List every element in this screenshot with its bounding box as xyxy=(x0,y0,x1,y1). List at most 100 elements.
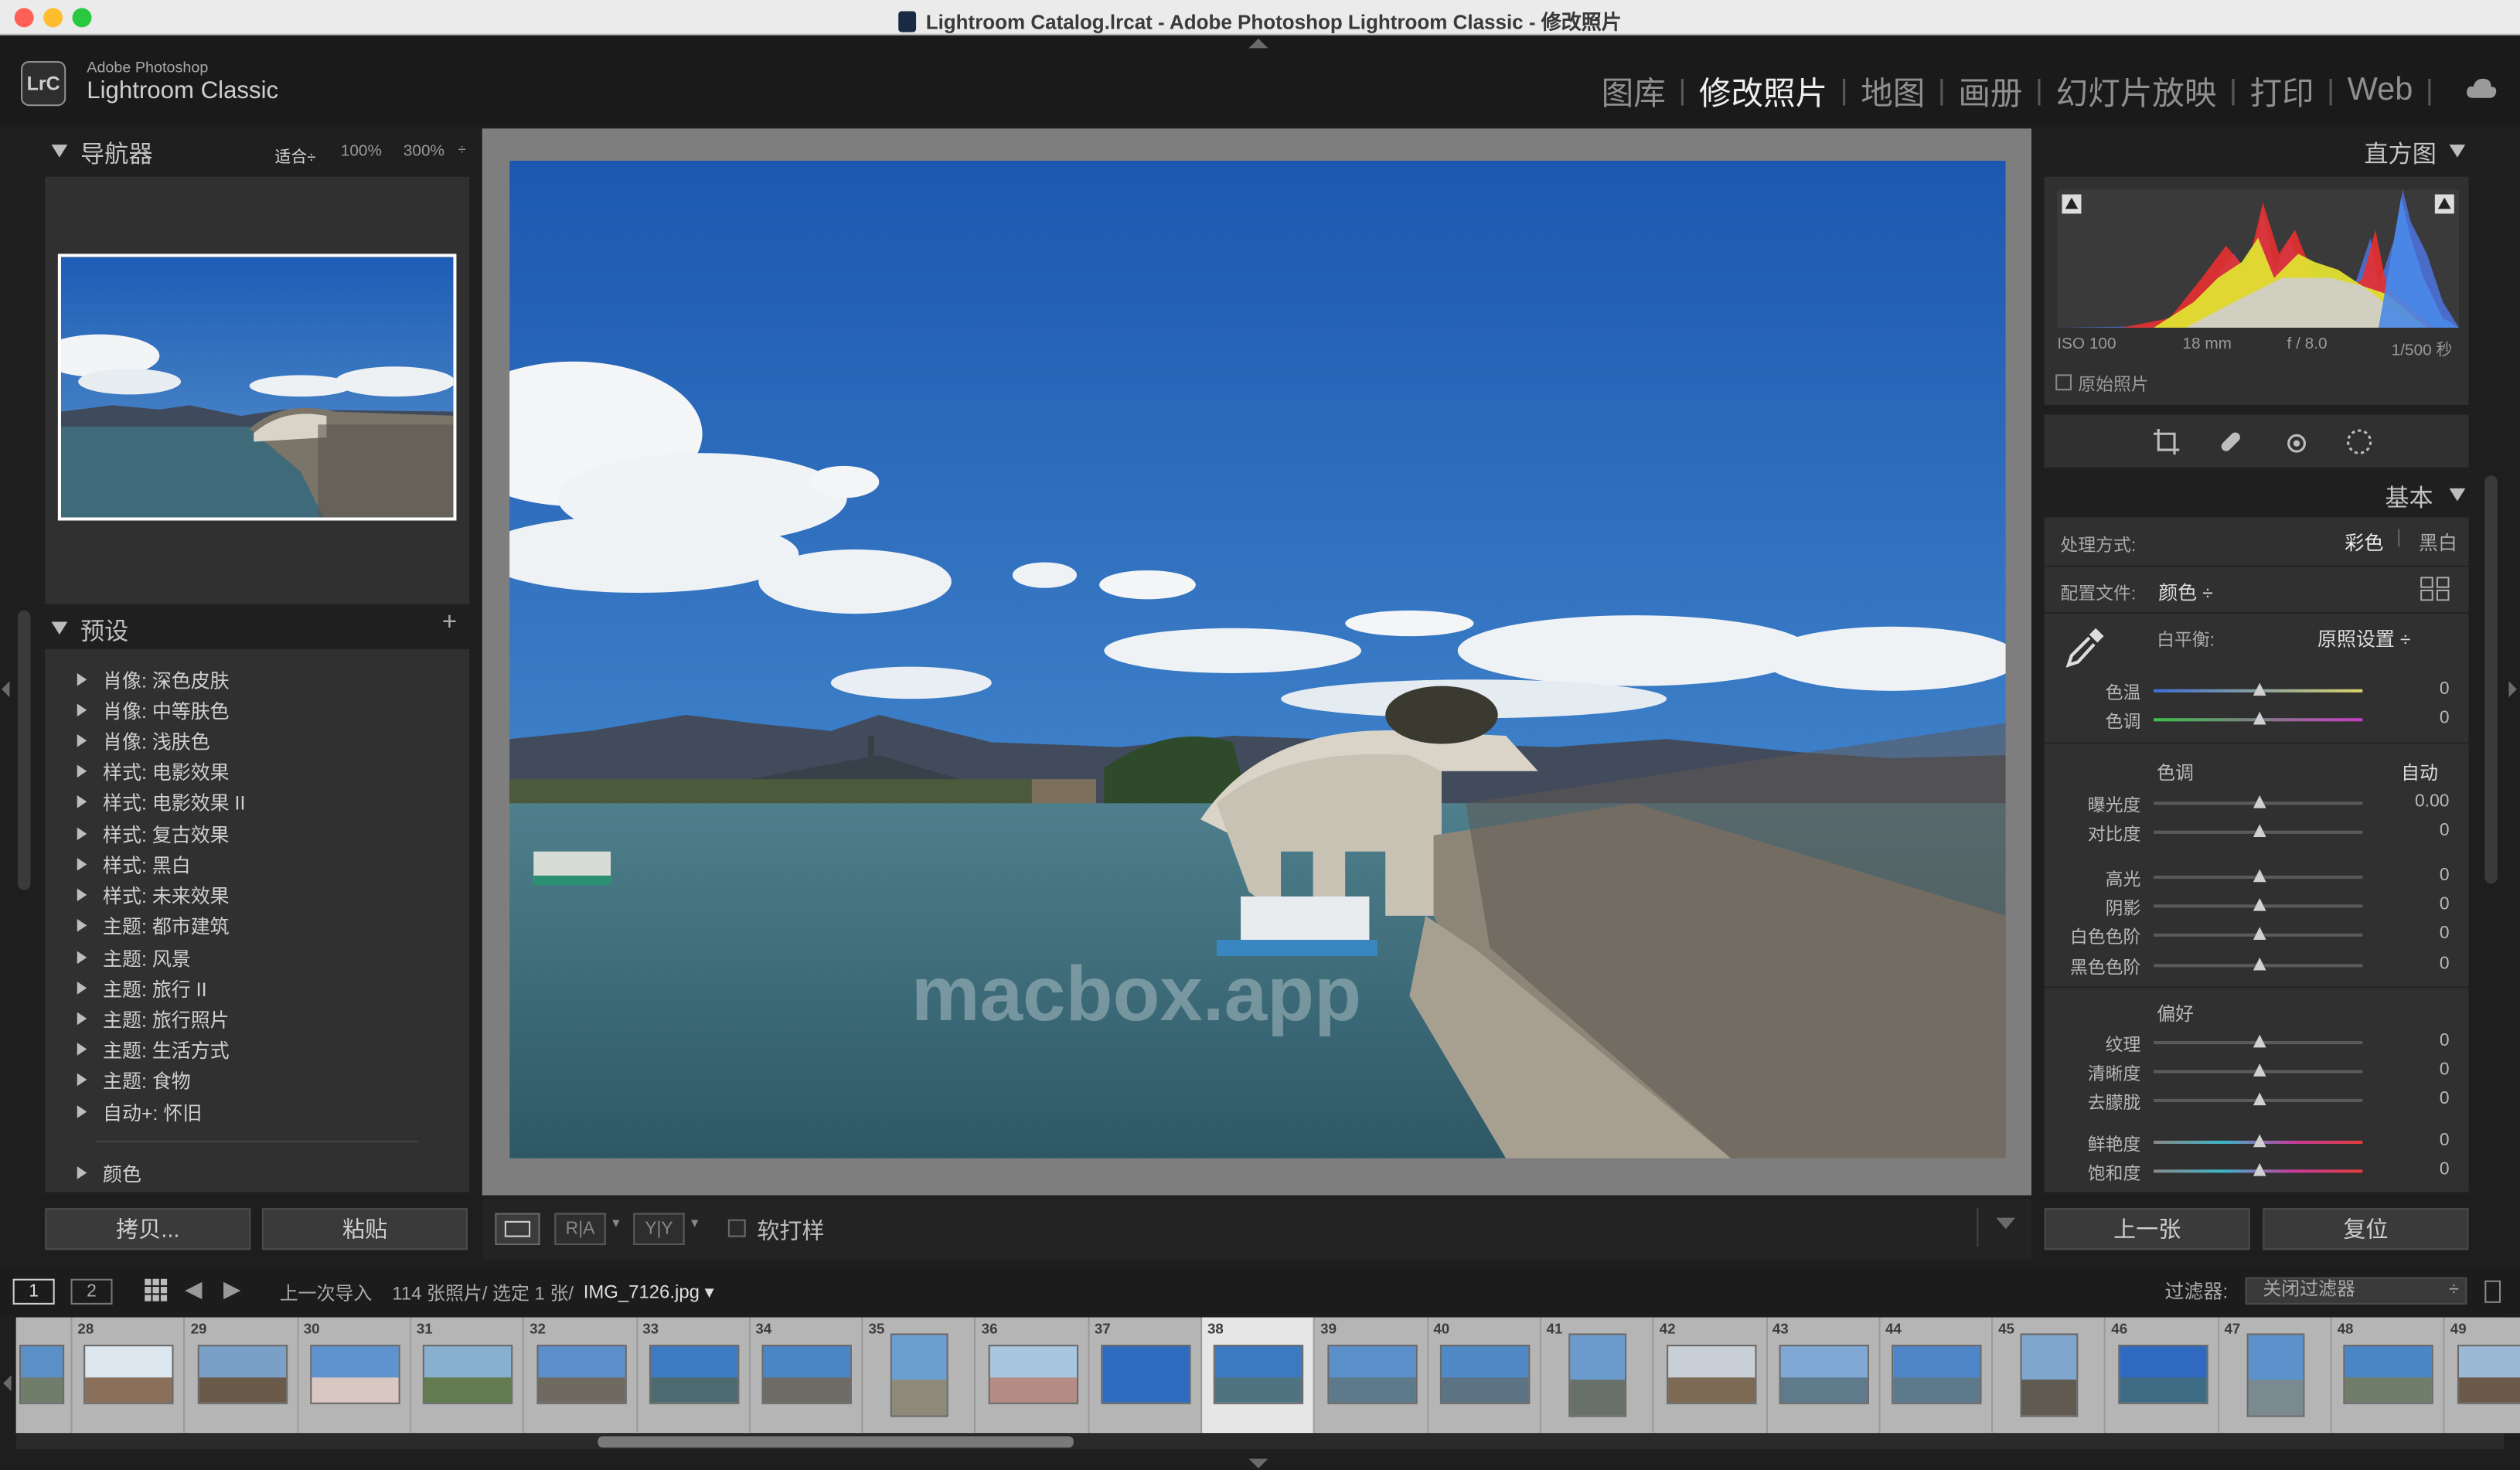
treatment-bw-button[interactable]: 黑白 xyxy=(2419,529,2457,556)
filmstrip-thumbnail[interactable]: 47 xyxy=(2219,1317,2332,1434)
contrast-slider[interactable]: 对比度 0 xyxy=(2045,819,2466,845)
preset-folder[interactable]: 样式: 复古效果 xyxy=(77,821,230,848)
preset-folder[interactable]: 肖像: 浅肤色 xyxy=(77,728,210,755)
filmstrip-thumbnail[interactable]: 43 xyxy=(1767,1317,1881,1434)
grid-view-icon[interactable] xyxy=(145,1278,168,1302)
zoom-100[interactable]: 100% xyxy=(341,143,382,161)
before-after-button[interactable]: R|A xyxy=(554,1213,606,1245)
slider-knob[interactable] xyxy=(2253,927,2266,941)
texture-slider[interactable]: 纹理 0 xyxy=(2045,1029,2466,1056)
slider-knob[interactable] xyxy=(2253,1162,2266,1176)
slider-knob[interactable] xyxy=(2253,795,2266,808)
vibrance-slider[interactable]: 鲜艳度 0 xyxy=(2045,1129,2466,1155)
slider-knob[interactable] xyxy=(2253,1063,2266,1077)
saturation-slider[interactable]: 饱和度 0 xyxy=(2045,1159,2466,1184)
whites-slider[interactable]: 白色色阶 0 xyxy=(2045,922,2466,948)
filmstrip-thumbnail[interactable]: 35 xyxy=(863,1317,976,1434)
module-print[interactable]: 打印 xyxy=(2249,67,2314,114)
preset-folder[interactable]: 肖像: 中等肤色 xyxy=(77,697,230,724)
paste-settings-button[interactable]: 粘贴 xyxy=(261,1208,468,1251)
tint-slider[interactable]: 色调 0 xyxy=(2045,707,2466,733)
current-file[interactable]: IMG_7126.jpg ▾ xyxy=(584,1281,714,1303)
source-label[interactable]: 上一次导入 xyxy=(280,1281,373,1306)
left-panel-scrollbar[interactable] xyxy=(17,610,31,890)
main-photo[interactable]: macbox.app xyxy=(509,160,2006,1159)
copy-settings-button[interactable]: 拷贝... xyxy=(45,1208,251,1251)
filmstrip-thumbnail[interactable]: 45 xyxy=(1993,1317,2106,1434)
treatment-color-button[interactable]: 彩色 xyxy=(2345,529,2383,556)
filmstrip-thumbnail[interactable]: 42 xyxy=(1654,1317,1767,1434)
zoom-menu-icon[interactable]: ÷ xyxy=(458,141,466,158)
filmstrip-scroll-thumb[interactable] xyxy=(598,1436,1074,1448)
highlight-clipping-icon[interactable] xyxy=(2434,194,2454,214)
filmstrip-thumbnail[interactable]: 29 xyxy=(186,1317,298,1434)
preset-folder[interactable]: 主题: 旅行 II xyxy=(77,975,207,1002)
dehaze-slider[interactable]: 去朦胧 0 xyxy=(2045,1087,2466,1113)
module-map[interactable]: 地图 xyxy=(1861,67,1925,114)
slider-knob[interactable] xyxy=(2253,824,2266,838)
forward-arrow-icon[interactable]: ▶ xyxy=(223,1275,240,1302)
before-after-swap-button[interactable]: Y|Y xyxy=(633,1213,685,1245)
auto-tone-button[interactable]: 自动 xyxy=(2401,760,2438,785)
filmstrip-thumbnail[interactable]: 40 xyxy=(1429,1317,1541,1434)
bottom-panel-toggle-icon[interactable] xyxy=(1248,1458,1269,1468)
slider-knob[interactable] xyxy=(2253,897,2266,911)
white-balance-dropdown[interactable]: 原照设置 ÷ xyxy=(2317,625,2410,652)
right-panel-toggle-icon[interactable] xyxy=(2508,681,2517,698)
filmstrip-thumbnail[interactable]: 37 xyxy=(1089,1317,1203,1434)
preset-folder[interactable]: 主题: 旅行照片 xyxy=(77,1006,230,1033)
histogram-graph[interactable] xyxy=(2057,189,2460,328)
filmstrip-left-arrow-icon[interactable] xyxy=(3,1375,12,1392)
histogram-header[interactable]: 直方图 xyxy=(2038,128,2475,173)
module-book[interactable]: 画册 xyxy=(1958,67,2022,114)
zoom-fit[interactable]: 适合÷ xyxy=(275,143,316,167)
module-develop[interactable]: 修改照片 xyxy=(1699,67,1827,114)
back-arrow-icon[interactable]: ◀ xyxy=(185,1275,202,1302)
slider-knob[interactable] xyxy=(2253,1134,2266,1148)
filmstrip-thumbnail[interactable]: 39 xyxy=(1315,1317,1429,1434)
reset-button[interactable]: 复位 xyxy=(2263,1208,2469,1251)
filmstrip-thumbnail[interactable]: 31 xyxy=(411,1317,525,1434)
filter-dropdown[interactable]: 关闭过滤器 ÷ xyxy=(2245,1277,2467,1305)
top-panel-toggle-icon[interactable] xyxy=(1248,38,1269,49)
clarity-slider[interactable]: 清晰度 0 xyxy=(2045,1059,2466,1084)
profile-dropdown[interactable]: 颜色 ÷ xyxy=(2158,578,2213,605)
module-library[interactable]: 图库 xyxy=(1602,67,1666,114)
filmstrip-thumbnail[interactable]: 38 xyxy=(1202,1317,1316,1434)
slider-knob[interactable] xyxy=(2253,1034,2266,1048)
preset-folder[interactable]: 自动+: 怀旧 xyxy=(77,1099,202,1126)
highlights-slider[interactable]: 高光 0 xyxy=(2045,864,2466,890)
temp-slider[interactable]: 色温 0 xyxy=(2045,678,2466,703)
filmstrip-thumbnail[interactable]: 49 xyxy=(2445,1317,2520,1434)
white-balance-eyedropper-icon[interactable] xyxy=(2060,624,2108,672)
filmstrip-thumbnail[interactable]: 44 xyxy=(1880,1317,1994,1434)
loupe-view-button[interactable] xyxy=(495,1213,540,1245)
add-preset-icon[interactable]: + xyxy=(442,609,457,638)
preset-folder[interactable]: 肖像: 深色皮肤 xyxy=(77,667,230,694)
navigator-header[interactable]: 导航器 适合÷ 100% 300% ÷ xyxy=(39,128,472,173)
cloud-sync-icon[interactable] xyxy=(2465,77,2498,100)
shadows-slider[interactable]: 阴影 0 xyxy=(2045,893,2466,919)
filter-lock-icon[interactable] xyxy=(2484,1280,2501,1303)
zoom-300[interactable]: 300% xyxy=(404,143,444,161)
profile-browser-icon[interactable] xyxy=(2420,577,2450,601)
filmstrip-thumbnail[interactable]: 33 xyxy=(637,1317,751,1434)
filmstrip-thumbnail[interactable]: 34 xyxy=(751,1317,863,1434)
basic-header[interactable]: 基本 xyxy=(2038,475,2475,514)
toolbar-menu-icon[interactable] xyxy=(1996,1217,2016,1230)
slider-knob[interactable] xyxy=(2253,957,2266,971)
filmstrip-thumbnail[interactable] xyxy=(15,1317,73,1434)
second-screen-button[interactable]: 2 xyxy=(70,1278,113,1305)
healing-icon[interactable] xyxy=(2216,427,2245,456)
filmstrip-thumbnail[interactable]: 41 xyxy=(1541,1317,1654,1434)
preset-folder[interactable]: 主题: 食物 xyxy=(77,1067,191,1094)
presets-header[interactable]: 预设 + xyxy=(38,607,473,649)
crop-icon[interactable] xyxy=(2152,427,2181,456)
slider-knob[interactable] xyxy=(2253,1092,2266,1106)
blacks-slider[interactable]: 黑色色阶 0 xyxy=(2045,953,2466,978)
preset-folder[interactable]: 样式: 黑白 xyxy=(77,852,191,879)
panel-color[interactable]: 颜色 xyxy=(77,1160,141,1187)
main-screen-button[interactable]: 1 xyxy=(12,1278,55,1305)
preset-folder[interactable]: 样式: 电影效果 xyxy=(77,758,230,785)
slider-knob[interactable] xyxy=(2253,711,2266,725)
